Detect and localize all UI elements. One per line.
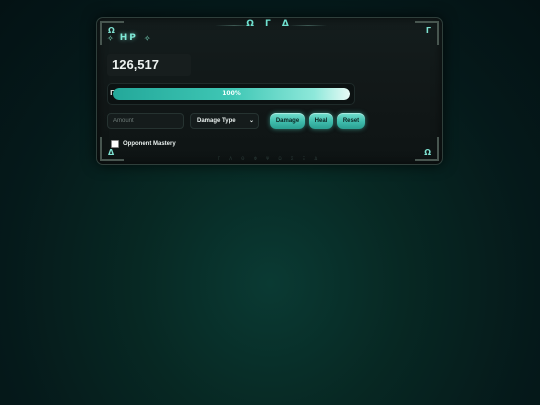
reset-button[interactable]: Reset — [337, 113, 365, 129]
footer-runes: Γ Λ Θ Φ Ψ Ω Σ Ξ Δ — [217, 156, 322, 161]
health-bar-percent: 100% — [222, 90, 241, 97]
panel-title: ✧ HP ✧ — [107, 33, 151, 43]
damage-button[interactable]: Damage — [270, 113, 305, 129]
health-bar-track: 100% — [113, 88, 350, 100]
opponent-mastery-label: Opponent Mastery — [123, 141, 176, 147]
header-divider-right — [289, 25, 327, 26]
sparkle-icon: ✧ — [107, 33, 114, 43]
health-bar: Γ 100% — [107, 83, 355, 105]
hp-panel: Ω Γ Δ Ω Ω Γ Δ ✧ HP ✧ 126,517 Γ 100% Dama… — [96, 17, 443, 165]
amount-input[interactable] — [107, 113, 184, 129]
heal-button[interactable]: Heal — [309, 113, 333, 129]
opponent-mastery-checkbox[interactable] — [111, 140, 119, 148]
opponent-mastery-toggle[interactable]: Opponent Mastery — [111, 140, 176, 148]
sparkle-icon: ✧ — [143, 33, 151, 43]
title-label: HP — [119, 33, 138, 43]
damage-type-selected: Damage Type — [197, 118, 236, 124]
damage-type-select[interactable]: Damage Type ⌄ — [190, 113, 259, 129]
hp-value: 126,517 — [107, 54, 191, 76]
header-symbols: Ω Γ Δ — [246, 19, 293, 29]
chevron-down-icon: ⌄ — [248, 118, 254, 124]
